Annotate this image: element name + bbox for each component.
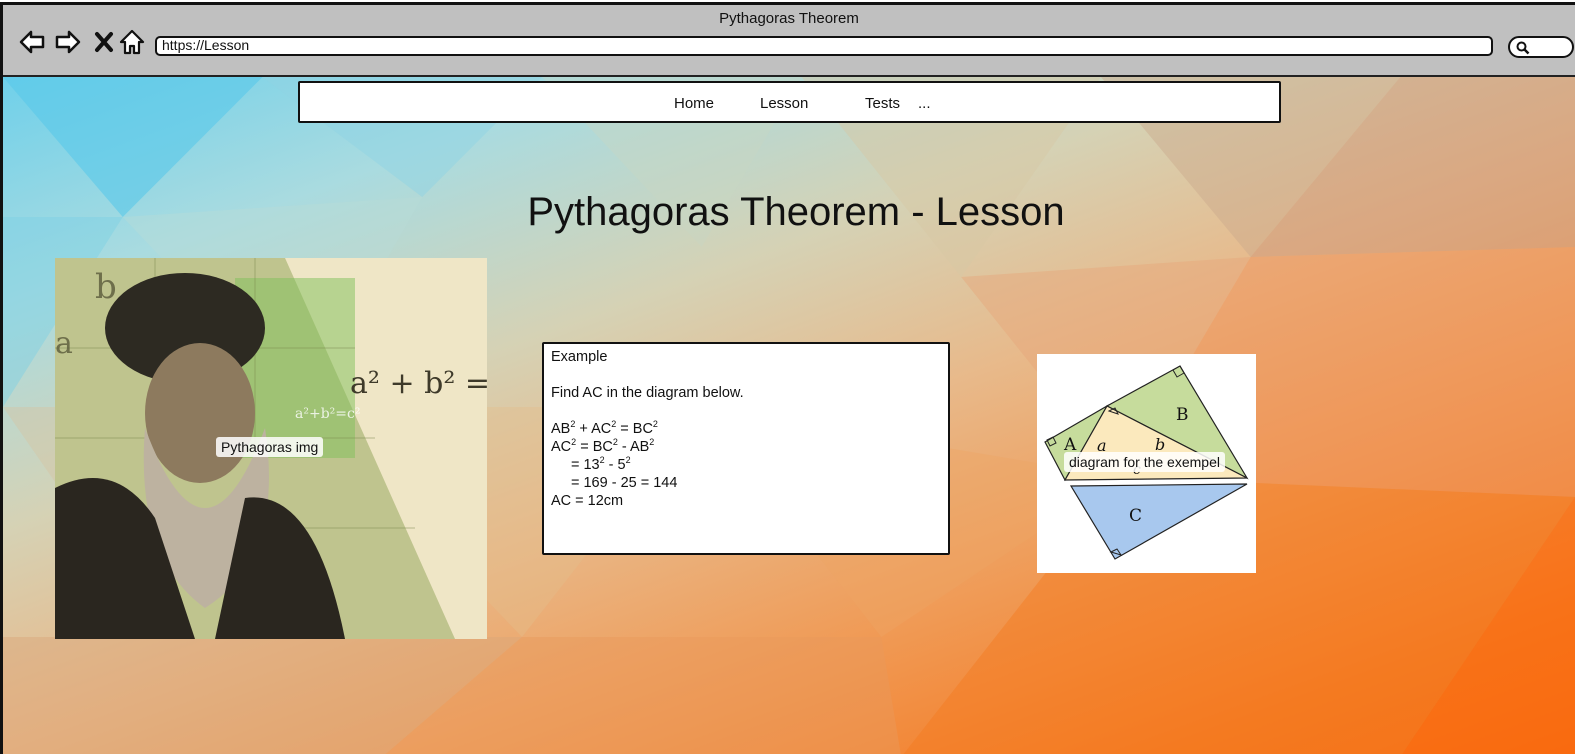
nav-home[interactable]: Home bbox=[674, 95, 714, 112]
svg-text:b: b bbox=[95, 267, 117, 307]
equation-line-2: AC2 = BC2 - AB2 bbox=[551, 437, 655, 455]
example-panel: Example Find AC in the diagram below. AB… bbox=[542, 342, 950, 555]
home-icon[interactable] bbox=[117, 27, 147, 57]
forward-icon[interactable] bbox=[53, 27, 83, 57]
equation-line-1: AB2 + AC2 = BC2 bbox=[551, 419, 658, 437]
search-field[interactable] bbox=[1508, 36, 1574, 58]
image-caption: Pythagoras img bbox=[216, 437, 324, 457]
equation-line-5: AC = 12cm bbox=[551, 493, 624, 509]
equation-line-3: = 132 - 52 bbox=[571, 455, 631, 473]
search-icon bbox=[1516, 41, 1530, 55]
triangle-diagram: A B C a b c diagram for the exempel bbox=[1037, 354, 1256, 573]
browser-window: Pythagoras Theorem https://Lesson Home L… bbox=[0, 2, 1575, 754]
top-navigation: Home Lesson Tests ... bbox=[298, 81, 1281, 123]
label-C: C bbox=[1129, 506, 1142, 526]
svg-text:a² + b² = c²: a² + b² = c² bbox=[350, 366, 487, 401]
diagram-caption: diagram for the exempel bbox=[1064, 452, 1225, 472]
example-prompt: Find AC in the diagram below. bbox=[551, 385, 744, 401]
equation-line-4: = 169 - 25 = 144 bbox=[571, 475, 678, 491]
example-heading: Example bbox=[551, 349, 608, 365]
back-icon[interactable] bbox=[17, 27, 47, 57]
page-title: Pythagoras Theorem - Lesson bbox=[527, 190, 1065, 234]
nav-more[interactable]: ... bbox=[918, 95, 931, 112]
pythagoras-image: b a a² + b² = c² a²+b²=c² Pythagoras img bbox=[55, 258, 487, 639]
svg-text:a: a bbox=[55, 326, 73, 361]
svg-text:a²+b²=c²: a²+b²=c² bbox=[295, 406, 360, 422]
window-title: Pythagoras Theorem bbox=[719, 10, 859, 27]
page-viewport: Home Lesson Tests ... Pythagoras Theorem… bbox=[3, 77, 1575, 754]
nav-lesson[interactable]: Lesson bbox=[760, 95, 808, 112]
browser-chrome: Pythagoras Theorem https://Lesson bbox=[3, 5, 1575, 77]
close-icon[interactable] bbox=[89, 27, 119, 57]
address-bar[interactable]: https://Lesson bbox=[155, 36, 1493, 56]
nav-tests[interactable]: Tests bbox=[865, 95, 900, 112]
label-B: B bbox=[1176, 405, 1189, 425]
